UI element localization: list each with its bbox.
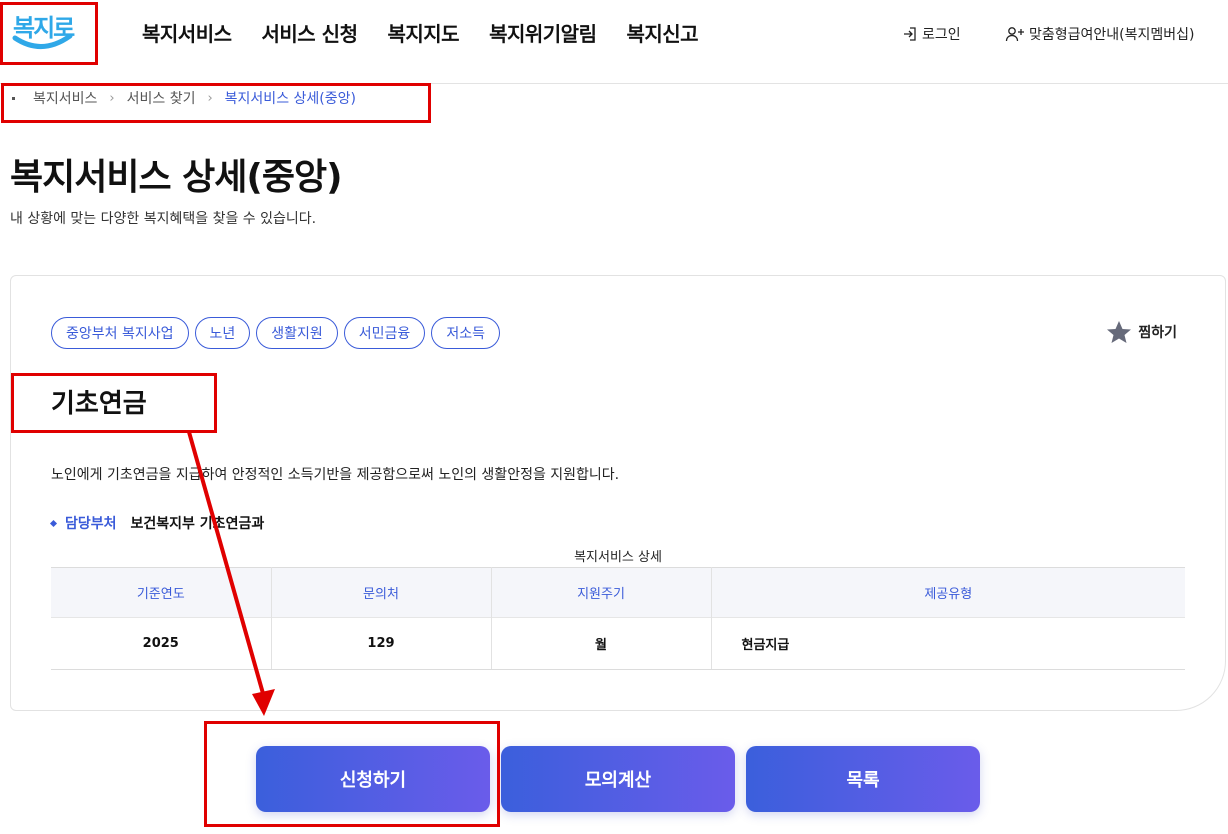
tag-low-income[interactable]: 저소득: [431, 317, 500, 349]
favorite-label: 찜하기: [1138, 325, 1177, 341]
service-detail-card: 중앙부처 복지사업 노년 생활지원 서민금융 저소득 찜하기 기초연금 노인에게…: [10, 275, 1226, 711]
service-detail-table: 기준연도 문의처 지원주기 제공유형 2025 129 월 현금지급: [51, 567, 1185, 670]
tag-living-support[interactable]: 생활지원: [256, 317, 338, 349]
annotation-box-breadcrumb: [1, 83, 431, 123]
login-link[interactable]: 로그인: [902, 24, 961, 44]
membership-link[interactable]: 맞춤형급여안내(복지멤버십): [1005, 24, 1194, 44]
star-icon: [1107, 321, 1132, 343]
tag-central-ministry[interactable]: 중앙부처 복지사업: [51, 317, 189, 349]
service-tags: 중앙부처 복지사업 노년 생활지원 서민금융 저소득: [51, 317, 506, 349]
table-header: 기준연도: [51, 567, 272, 618]
table-cell-type: 현금지급: [711, 617, 1185, 670]
table-row: 2025 129 월 현금지급: [51, 617, 1185, 670]
department-label: 담당부처: [65, 516, 117, 532]
page-description: 내 상황에 맞는 다양한 복지혜택을 찾을 수 있습니다.: [10, 211, 317, 227]
main-nav: 복지서비스 서비스 신청 복지지도 복지위기알림 복지신고: [142, 18, 728, 47]
annotation-box-apply: [204, 721, 500, 827]
diamond-bullet-icon: [49, 519, 58, 527]
table-cell-cycle: 월: [491, 617, 712, 670]
nav-service-apply[interactable]: 서비스 신청: [262, 18, 358, 47]
login-icon: [904, 27, 916, 41]
nav-crisis-alert[interactable]: 복지위기알림: [489, 18, 597, 47]
department-row: 담당부처 보건복지부 기초연금과: [49, 513, 265, 533]
table-cell-year: 2025: [51, 617, 272, 670]
department-value: 보건복지부 기초연금과: [130, 516, 265, 532]
service-description: 노인에게 기초연금을 지급하여 안정적인 소득기반을 제공함으로써 노인의 생활…: [51, 467, 620, 483]
simulate-button[interactable]: 모의계산: [501, 746, 735, 812]
table-header-row: 기준연도 문의처 지원주기 제공유형: [51, 567, 1185, 618]
membership-label: 맞춤형급여안내(복지멤버십): [1029, 27, 1195, 43]
annotation-box-logo: [0, 2, 98, 65]
nav-welfare-report[interactable]: 복지신고: [626, 18, 698, 47]
table-header: 문의처: [271, 567, 492, 618]
nav-welfare-service[interactable]: 복지서비스: [142, 18, 232, 47]
user-add-icon: [1005, 27, 1024, 42]
favorite-button[interactable]: 찜하기: [1106, 320, 1177, 344]
tag-senior[interactable]: 노년: [194, 317, 251, 349]
table-cell-contact: 129: [271, 617, 492, 670]
nav-welfare-map[interactable]: 복지지도: [387, 18, 459, 47]
annotation-box-service-name: [11, 373, 217, 433]
site-header: 복지로 복지서비스 서비스 신청 복지지도 복지위기알림 복지신고 로그인 맞춤…: [0, 0, 1228, 84]
list-button[interactable]: 목록: [746, 746, 980, 812]
table-header: 제공유형: [711, 567, 1185, 618]
table-caption: 복지서비스 상세: [574, 550, 662, 565]
table-header: 지원주기: [491, 567, 712, 618]
page-title: 복지서비스 상세(중앙): [10, 157, 343, 198]
tag-finance[interactable]: 서민금융: [343, 317, 426, 349]
login-label: 로그인: [922, 27, 961, 43]
